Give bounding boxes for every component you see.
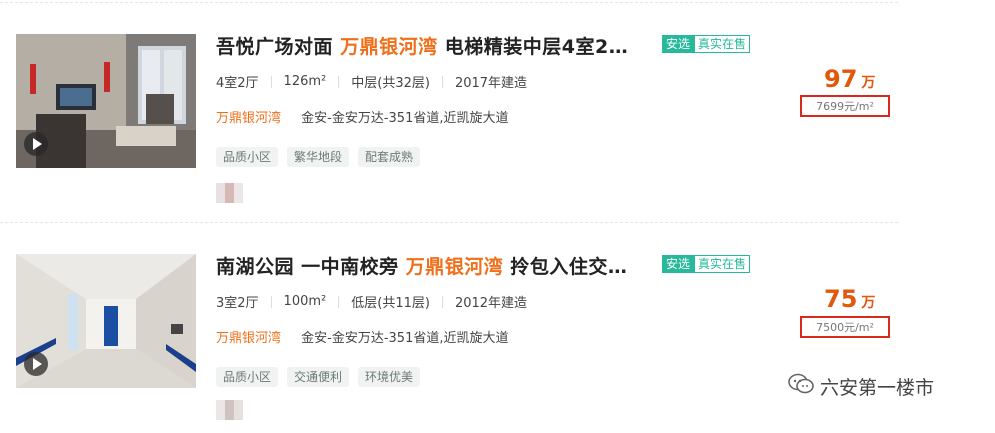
agent-avatar-blurred — [216, 183, 243, 203]
feature-tag: 环境优美 — [358, 367, 421, 387]
build-year: 2012年建造 — [454, 296, 528, 311]
address-text: 金安-金安万达-351省道,近凯旋大道 — [301, 111, 509, 126]
agent-avatar-blurred — [216, 400, 243, 420]
feature-tag: 品质小区 — [216, 367, 279, 387]
watermark: 六安第一楼市 — [788, 373, 934, 400]
spec-separator — [441, 75, 443, 88]
feature-tags: 品质小区 繁华地段 配套成熟 — [216, 147, 421, 167]
listing-photo[interactable] — [16, 34, 196, 168]
title-community-highlight: 万鼎银河湾 — [405, 256, 504, 278]
spec-separator — [338, 75, 340, 88]
total-price: 75 万 — [824, 285, 875, 313]
price-value: 75 — [824, 285, 858, 313]
anxuan-badge: 安选 — [662, 35, 695, 53]
listing-title[interactable]: 南湖公园 一中南校旁 万鼎银河湾 拎包入住交… — [216, 252, 627, 279]
listing-specs: 3室2厅 100m² 低层(共11层) 2012年建造 — [216, 292, 527, 311]
real-sale-badge: 真实在售 — [694, 255, 751, 273]
price-value: 97 — [824, 65, 858, 93]
spec-separator — [270, 75, 272, 88]
spec-separator — [270, 295, 272, 308]
listing-badges: 安选 真实在售 — [662, 35, 751, 53]
spec-separator — [441, 295, 443, 308]
room-layout: 3室2厅 — [216, 296, 259, 311]
feature-tags: 品质小区 交通便利 环境优美 — [216, 367, 421, 387]
listing-badges: 安选 真实在售 — [662, 255, 751, 273]
play-video-icon[interactable] — [24, 132, 48, 156]
feature-tag: 配套成熟 — [358, 147, 421, 167]
watermark-text: 六安第一楼市 — [820, 377, 935, 399]
real-sale-badge: 真实在售 — [694, 35, 751, 53]
listing-location: 万鼎银河湾 金安-金安万达-351省道,近凯旋大道 — [216, 327, 508, 346]
floor-area: 100m² — [283, 294, 327, 309]
listing-card[interactable]: 南湖公园 一中南校旁 万鼎银河湾 拎包入住交… 安选 真实在售 3室2厅 100… — [0, 220, 900, 420]
price-unit: 万 — [861, 75, 876, 91]
feature-tag: 繁华地段 — [287, 147, 350, 167]
title-community-highlight: 万鼎银河湾 — [340, 36, 438, 58]
community-link[interactable]: 万鼎银河湾 — [216, 111, 281, 126]
listing-title[interactable]: 吾悦广场对面 万鼎银河湾 电梯精装中层4室2… — [216, 32, 628, 59]
floor-level: 中层(共32层) — [351, 76, 430, 91]
wechat-icon — [788, 373, 814, 400]
community-link[interactable]: 万鼎银河湾 — [216, 331, 281, 346]
build-year: 2017年建造 — [454, 76, 528, 91]
total-price: 97 万 — [824, 65, 875, 93]
floor-area: 126m² — [283, 74, 327, 89]
feature-tag: 品质小区 — [216, 147, 279, 167]
room-layout: 4室2厅 — [216, 76, 259, 91]
floor-level: 低层(共11层) — [351, 296, 430, 311]
price-unit: 万 — [861, 295, 876, 311]
listing-location: 万鼎银河湾 金安-金安万达-351省道,近凯旋大道 — [216, 107, 508, 126]
spec-separator — [338, 295, 340, 308]
listing-photo[interactable] — [16, 254, 196, 388]
address-text: 金安-金安万达-351省道,近凯旋大道 — [301, 331, 509, 346]
unit-price: 7500元/m² — [800, 316, 890, 338]
play-video-icon[interactable] — [24, 352, 48, 376]
feature-tag: 交通便利 — [287, 367, 350, 387]
unit-price: 7699元/m² — [800, 95, 890, 117]
listing-specs: 4室2厅 126m² 中层(共32层) 2017年建造 — [216, 72, 527, 91]
anxuan-badge: 安选 — [662, 255, 695, 273]
listing-card[interactable]: 吾悦广场对面 万鼎银河湾 电梯精装中层4室2… 安选 真实在售 4室2厅 126… — [0, 0, 900, 203]
